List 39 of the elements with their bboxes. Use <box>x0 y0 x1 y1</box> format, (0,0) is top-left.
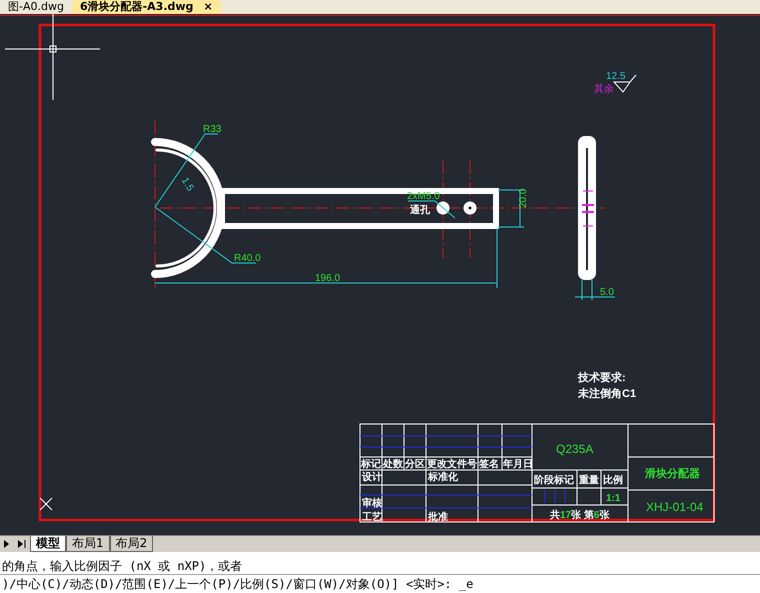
radius-label: R40.0 <box>234 253 261 264</box>
material-label: Q235A <box>556 442 594 456</box>
title-block-label: 审核 <box>362 498 382 509</box>
command-line: 的角点，输入比例因子 (nX 或 nXP)，或者 <box>1 558 244 574</box>
scale-value: 1:1 <box>606 493 620 504</box>
close-icon[interactable]: × <box>203 0 213 14</box>
hole-note: 通孔 <box>410 205 430 216</box>
title-block-label: 重量 <box>579 475 599 486</box>
sheet-count: 共17张 第6张 <box>550 510 610 521</box>
technical-note: 技术要求: <box>578 372 626 384</box>
thickness-dimension: 5.0 <box>600 287 614 298</box>
technical-note: 未注倒角C1 <box>578 388 636 400</box>
part-name: 滑块分配器 <box>645 468 700 480</box>
title-block-label: 分区 <box>405 459 425 470</box>
ucs-icon <box>40 498 52 510</box>
file-tab[interactable]: 6滑块分配器-A3.dwg × <box>72 0 221 14</box>
layout-tab[interactable]: 模型 <box>30 536 66 552</box>
title-block-label: 阶段标记 <box>534 475 574 486</box>
file-tab[interactable]: 图-A0.dwg <box>0 0 72 14</box>
radius-label: R33 <box>203 124 222 135</box>
crosshair-cursor-icon <box>4 14 100 100</box>
title-block-label: 签名 <box>479 459 499 470</box>
title-block-label: 标记 <box>361 459 381 470</box>
surface-label: 其余 <box>594 84 614 95</box>
title-block-label: 设计 <box>362 472 382 483</box>
width-dimension: 20.0 <box>518 188 529 208</box>
title-block-label: 年月日 <box>503 459 533 470</box>
hole-label: 2xM5.0 <box>407 191 440 202</box>
length-dimension: 196.0 <box>315 273 340 284</box>
title-block-label: 标准化 <box>428 472 458 483</box>
command-line: )/中心(C)/动态(D)/范围(E)/上一个(P)/比例(S)/窗口(W)/对象(O)] <实时>: _e <box>0 574 760 593</box>
title-block-label: 比例 <box>603 475 623 486</box>
title-block-label: 更改文件号 <box>427 459 477 470</box>
layout-tab[interactable]: 布局2 <box>110 536 154 552</box>
drawing-number: XHJ-01-04 <box>646 500 704 514</box>
roughness-label: 1.5 <box>178 176 196 194</box>
roughness-value: 12.5 <box>606 71 626 82</box>
title-block-label: 处数 <box>383 459 403 470</box>
layout-tab[interactable]: 布局1 <box>66 536 110 552</box>
